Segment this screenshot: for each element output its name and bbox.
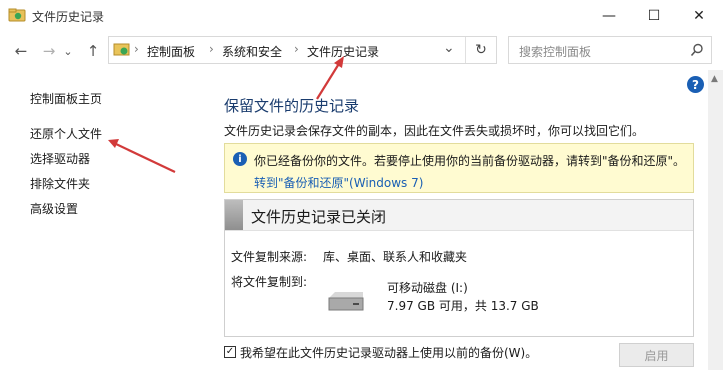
annotation-arrow-breadcrumb	[316, 56, 344, 100]
annotation-arrows	[108, 56, 344, 173]
annotation-arrow-restore	[108, 139, 176, 173]
